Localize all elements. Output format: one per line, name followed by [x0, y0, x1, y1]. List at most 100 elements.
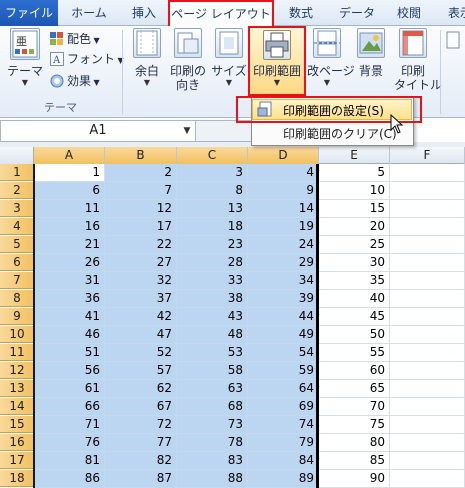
name-box[interactable]: A1: [0, 120, 196, 142]
row-header[interactable]: 3: [0, 200, 34, 217]
table-cell[interactable]: 5: [319, 164, 390, 182]
table-cell[interactable]: 66: [34, 398, 105, 416]
column-header-e[interactable]: E: [319, 147, 390, 164]
table-cell[interactable]: 61: [34, 380, 105, 398]
column-header-b[interactable]: B: [105, 147, 177, 164]
table-cell[interactable]: [390, 380, 465, 398]
table-cell[interactable]: 15: [319, 200, 390, 218]
table-cell[interactable]: 42: [105, 308, 177, 326]
row-header[interactable]: 11: [0, 344, 34, 361]
table-cell[interactable]: [390, 164, 465, 182]
table-cell[interactable]: 54: [248, 344, 319, 362]
table-cell[interactable]: 72: [105, 416, 177, 434]
table-cell[interactable]: 19: [248, 218, 319, 236]
table-cell[interactable]: 8: [177, 182, 248, 200]
row-header[interactable]: 15: [0, 416, 34, 433]
table-cell[interactable]: 57: [105, 362, 177, 380]
table-cell[interactable]: 60: [319, 362, 390, 380]
table-cell[interactable]: [390, 308, 465, 326]
table-cell[interactable]: 79: [248, 434, 319, 452]
table-cell[interactable]: 65: [319, 380, 390, 398]
chevron-down-icon[interactable]: ▼: [180, 120, 194, 142]
tab-page-layout[interactable]: ページ レイアウト: [168, 0, 274, 26]
table-cell[interactable]: 30: [319, 254, 390, 272]
table-cell[interactable]: 81: [34, 452, 105, 470]
row-header[interactable]: 10: [0, 326, 34, 343]
table-cell[interactable]: 17: [105, 218, 177, 236]
table-cell[interactable]: [390, 470, 465, 488]
row-header[interactable]: 2: [0, 182, 34, 199]
table-cell[interactable]: 11: [34, 200, 105, 218]
tab-data[interactable]: データ: [332, 2, 382, 26]
breaks-button[interactable]: 改ページ ▼: [307, 28, 355, 88]
table-cell[interactable]: 45: [319, 308, 390, 326]
tab-file[interactable]: ファイル: [0, 0, 58, 26]
column-header-d[interactable]: D: [248, 147, 319, 164]
table-cell[interactable]: [390, 200, 465, 218]
row-header[interactable]: 14: [0, 398, 34, 415]
table-cell[interactable]: 76: [34, 434, 105, 452]
theme-button[interactable]: 亜 テーマ ▼: [4, 28, 46, 88]
set-print-area-label[interactable]: 印刷範囲の設定(S): [283, 102, 384, 119]
table-cell[interactable]: 48: [177, 326, 248, 344]
table-cell[interactable]: [390, 272, 465, 290]
table-cell[interactable]: 69: [248, 398, 319, 416]
table-cell[interactable]: 4: [248, 164, 319, 182]
table-cell[interactable]: 31: [34, 272, 105, 290]
table-cell[interactable]: 21: [34, 236, 105, 254]
table-cell[interactable]: 47: [105, 326, 177, 344]
table-cell[interactable]: 67: [105, 398, 177, 416]
tab-home[interactable]: ホーム: [62, 2, 116, 26]
table-cell[interactable]: [390, 254, 465, 272]
tab-formulas[interactable]: 数式: [278, 2, 324, 26]
table-cell[interactable]: [390, 182, 465, 200]
table-cell[interactable]: 12: [105, 200, 177, 218]
table-cell[interactable]: 49: [248, 326, 319, 344]
table-cell[interactable]: 77: [105, 434, 177, 452]
column-header-f[interactable]: F: [390, 147, 465, 164]
row-header[interactable]: 7: [0, 272, 34, 289]
table-cell[interactable]: [390, 434, 465, 452]
select-all-corner[interactable]: [0, 147, 34, 164]
effects-button[interactable]: 効果 ▼: [50, 72, 100, 90]
margins-button[interactable]: 余白 ▼: [128, 28, 166, 88]
table-cell[interactable]: 90: [319, 470, 390, 488]
row-header[interactable]: 5: [0, 236, 34, 253]
table-cell[interactable]: 22: [105, 236, 177, 254]
table-cell[interactable]: 86: [34, 470, 105, 488]
table-cell[interactable]: 24: [248, 236, 319, 254]
table-cell[interactable]: 58: [177, 362, 248, 380]
column-header-a[interactable]: A: [34, 147, 105, 164]
table-cell[interactable]: 50: [319, 326, 390, 344]
table-cell[interactable]: 88: [177, 470, 248, 488]
table-cell[interactable]: 78: [177, 434, 248, 452]
table-cell[interactable]: 80: [319, 434, 390, 452]
table-cell[interactable]: 75: [319, 416, 390, 434]
table-cell[interactable]: 7: [105, 182, 177, 200]
table-cell[interactable]: 32: [105, 272, 177, 290]
table-cell[interactable]: 46: [34, 326, 105, 344]
table-cell[interactable]: 83: [177, 452, 248, 470]
size-button[interactable]: サイズ ▼: [210, 28, 248, 88]
table-cell[interactable]: 18: [177, 218, 248, 236]
table-cell[interactable]: 28: [177, 254, 248, 272]
table-cell[interactable]: 39: [248, 290, 319, 308]
table-cell[interactable]: 35: [319, 272, 390, 290]
row-header[interactable]: 9: [0, 308, 34, 325]
table-cell[interactable]: 59: [248, 362, 319, 380]
table-cell[interactable]: 63: [177, 380, 248, 398]
table-cell[interactable]: 52: [105, 344, 177, 362]
colors-button[interactable]: 配色 ▼: [50, 30, 100, 48]
row-header[interactable]: 1: [0, 164, 34, 181]
orientation-button[interactable]: 印刷の 向き: [166, 28, 210, 92]
table-cell[interactable]: 14: [248, 200, 319, 218]
table-cell[interactable]: 6: [34, 182, 105, 200]
table-cell[interactable]: [390, 290, 465, 308]
table-cell[interactable]: [390, 362, 465, 380]
row-header[interactable]: 18: [0, 470, 34, 487]
table-cell[interactable]: 25: [319, 236, 390, 254]
row-header[interactable]: 13: [0, 380, 34, 397]
table-cell[interactable]: 1: [34, 164, 105, 182]
tab-review[interactable]: 校閲: [386, 2, 432, 26]
table-cell[interactable]: 71: [34, 416, 105, 434]
